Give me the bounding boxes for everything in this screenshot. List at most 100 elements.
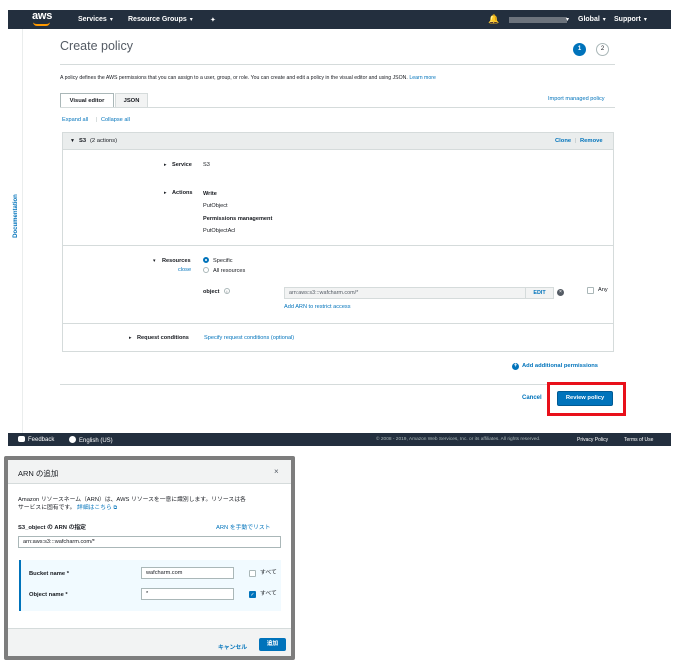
dialog-footer [8, 628, 291, 656]
add-arn-dialog: ARN の追加 × Amazon リソースネーム（ARN）は、AWS リソースを… [8, 460, 291, 656]
bucket-name-label: Bucket name * [29, 571, 69, 577]
expand-caret-icon[interactable]: ▸ [164, 190, 167, 196]
link-separator: | [96, 117, 98, 123]
feedback-icon [18, 436, 25, 442]
plus-circle-icon: + [512, 363, 519, 370]
dialog-title: ARN の追加 [18, 469, 59, 478]
service-panel-header[interactable]: ▼ S3 (2 actions) Clone | Remove [63, 133, 613, 150]
collapse-all-link[interactable]: Collapse all [101, 117, 130, 123]
terms-of-use-link[interactable]: Terms of Use [624, 437, 653, 443]
services-menu[interactable]: Services ▾ [78, 16, 113, 23]
remove-arn-icon[interactable]: × [557, 289, 564, 296]
radio-unselected-icon[interactable] [203, 267, 209, 273]
resource-groups-menu[interactable]: Resource Groups ▾ [128, 16, 193, 23]
documentation-rail[interactable]: Documentation [8, 29, 23, 433]
arn-input[interactable]: arn:aws:s3:::wafcharm.com/* [18, 536, 281, 548]
resources-close-link[interactable]: close [178, 267, 191, 273]
expand-caret-icon[interactable]: ▸ [129, 335, 132, 341]
dialog-intro: Amazon リソースネーム（ARN）は、AWS リソースを一意に識別します。リ… [18, 497, 246, 511]
radio-selected-icon[interactable] [203, 257, 209, 263]
object-any-checkbox[interactable]: ✓ [249, 591, 256, 598]
caret-down-icon: ▾ [109, 17, 113, 23]
radio-all-resources[interactable]: All resources [203, 267, 245, 274]
action-group-permissions: Permissions management [203, 216, 273, 222]
any-checkbox[interactable] [587, 287, 594, 294]
bucket-name-input[interactable]: wafcharm.com [141, 567, 234, 579]
collapse-caret-icon[interactable]: ▼ [70, 138, 75, 144]
caret-down-icon: ▾ [602, 17, 606, 23]
add-arn-link[interactable]: Add ARN to restrict access [284, 304, 351, 310]
service-value: S3 [203, 162, 210, 168]
service-heading: S3 [79, 138, 87, 144]
bell-icon[interactable]: 🔔 [488, 14, 499, 25]
account-name-redacted[interactable] [509, 17, 567, 23]
clone-link[interactable]: Clone [555, 138, 571, 144]
bucket-any-checkbox[interactable] [249, 570, 256, 577]
arn-field-label: S3_object の ARN の指定 [18, 525, 86, 531]
actions-label: Actions [172, 190, 193, 196]
request-conditions-link[interactable]: Specify request conditions (optional) [204, 335, 294, 341]
highlight-box [547, 382, 626, 416]
aws-logo[interactable]: aws [32, 11, 52, 26]
screen: aws Services ▾ Resource Groups ▾ ✦ 🔔 ▾ Glo… [0, 0, 678, 672]
action-item-putobjectacl: PutObjectAcl [203, 228, 236, 234]
close-icon[interactable]: × [274, 467, 279, 476]
account-caret-icon[interactable]: ▾ [566, 16, 569, 23]
service-action-count: (2 actions) [90, 138, 118, 144]
caret-down-icon: ▾ [643, 17, 647, 23]
step-2-indicator: 2 [596, 43, 609, 56]
region-menu[interactable]: Global ▾ [578, 16, 606, 23]
dialog-add-button[interactable]: 追加 [259, 638, 286, 651]
radio-specific[interactable]: Specific [203, 257, 233, 264]
service-permissions-panel: ▼ S3 (2 actions) Clone | Remove ▸ Servic… [62, 132, 614, 352]
documentation-label[interactable]: Documentation [13, 181, 19, 251]
cancel-link[interactable]: Cancel [522, 395, 542, 401]
top-nav: aws Services ▾ Resource Groups ▾ ✦ 🔔 ▾ Glo… [8, 10, 671, 29]
action-item-putobject: PutObject [203, 203, 228, 209]
object-label: object [203, 289, 220, 295]
tab-json[interactable]: JSON [115, 93, 148, 107]
learn-more-link[interactable]: Learn more [409, 75, 436, 81]
bucket-any-label: すべて [260, 570, 277, 576]
tab-visual-editor[interactable]: Visual editor [60, 93, 114, 107]
aws-smile-icon [33, 22, 50, 26]
privacy-policy-link[interactable]: Privacy Policy [577, 437, 608, 443]
step-1-indicator: 1 [573, 43, 586, 56]
page-description: A policy defines the AWS permissions tha… [60, 75, 436, 81]
details-link[interactable]: 詳細はこちら ⧉ [77, 505, 117, 511]
language-selector[interactable]: English (US) [69, 436, 113, 444]
divider [63, 245, 613, 246]
remove-link[interactable]: Remove [580, 138, 603, 144]
object-name-label: Object name * [29, 592, 68, 598]
link-separator: | [575, 138, 577, 144]
service-label: Service [172, 162, 192, 168]
expand-caret-icon[interactable]: ▸ [164, 162, 167, 168]
divider [60, 64, 615, 65]
page-title: Create policy [60, 39, 133, 53]
request-conditions-label: Request conditions [137, 335, 189, 341]
console-footer: Feedback English (US) © 2008 - 2019, Ama… [8, 433, 671, 446]
dialog-header: ARN の追加 × [8, 460, 291, 484]
support-menu[interactable]: Support ▾ [614, 16, 647, 23]
add-additional-permissions-link[interactable]: + Add additional permissions [512, 363, 598, 370]
object-name-input[interactable]: * [141, 588, 234, 600]
any-label: Any [598, 287, 608, 293]
caret-down-icon: ▾ [189, 17, 193, 23]
tab-underline [60, 107, 615, 108]
expand-all-link[interactable]: Expand all [62, 117, 88, 123]
copyright: © 2008 - 2019, Amazon Web Services, Inc.… [376, 437, 541, 442]
globe-icon [69, 436, 76, 443]
list-arn-manually-link[interactable]: ARN を手動でリスト [216, 524, 270, 532]
resources-label: Resources [162, 258, 191, 264]
info-icon[interactable]: i [224, 288, 230, 294]
divider [63, 323, 613, 324]
pin-icon[interactable]: ✦ [210, 16, 216, 24]
import-managed-policy-link[interactable]: Import managed policy [548, 96, 605, 102]
object-arn-field[interactable]: arn:aws:s3:::wafcharm.com/* [284, 287, 554, 299]
action-group-write: Write [203, 191, 217, 197]
arn-builder-form: Bucket name * wafcharm.com すべて Object na… [19, 560, 281, 611]
dialog-cancel-link[interactable]: キャンセル [218, 642, 247, 651]
edit-arn-button[interactable]: EDIT [525, 288, 553, 298]
feedback-link[interactable]: Feedback [18, 436, 54, 443]
collapse-caret-icon[interactable]: ▾ [153, 258, 156, 264]
